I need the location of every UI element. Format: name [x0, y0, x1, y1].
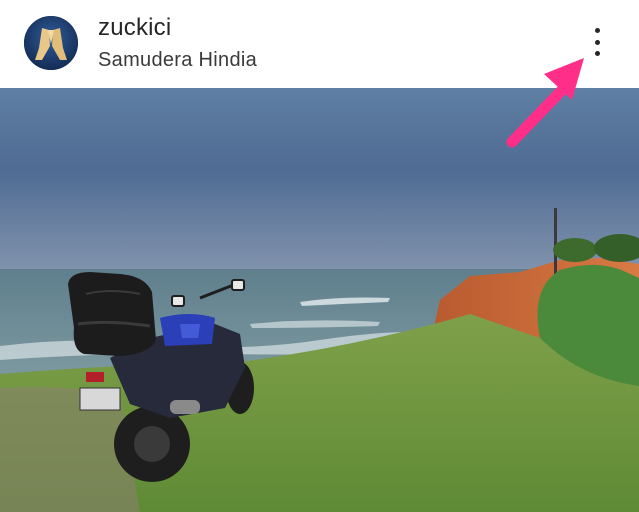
- more-dot: [594, 51, 600, 56]
- more-options-icon[interactable]: [584, 24, 610, 60]
- username[interactable]: zuckici: [98, 14, 171, 42]
- avatar-image: [24, 16, 78, 70]
- more-dot: [594, 39, 600, 45]
- avatar[interactable]: [24, 16, 78, 70]
- post-header: zuckici Samudera Hindia: [0, 0, 639, 88]
- luggage-bag: [68, 272, 156, 356]
- more-dot: [594, 28, 600, 33]
- sky: [0, 88, 639, 271]
- post-photo[interactable]: [0, 88, 639, 512]
- location[interactable]: Samudera Hindia: [98, 49, 257, 72]
